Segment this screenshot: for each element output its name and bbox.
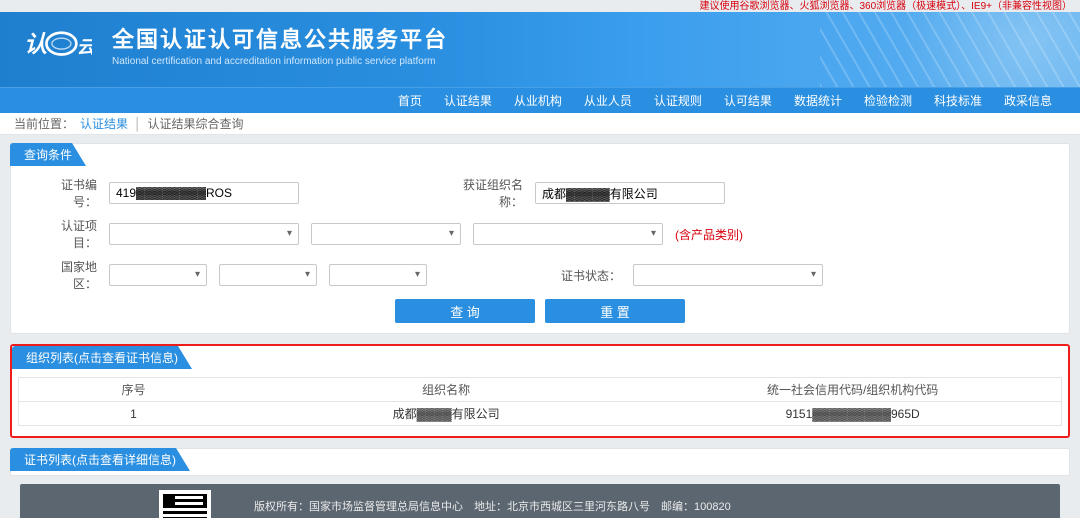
org-cell-name: 成都▓▓▓▓有限公司 (248, 402, 644, 426)
breadcrumb-label: 当前位置： (14, 115, 74, 132)
region-label: 国家地区： (39, 258, 97, 292)
org-name-input[interactable] (535, 182, 725, 204)
cert-item-select-3[interactable] (473, 223, 663, 245)
org-th-idx: 序号 (19, 378, 248, 402)
org-table-row[interactable]: 1 成都▓▓▓▓有限公司 9151▓▓▓▓▓▓▓▓▓965D (19, 402, 1062, 426)
site-banner: 认 云 全国认证认可信息公共服务平台 National certificatio… (0, 12, 1080, 87)
nav-stats[interactable]: 数据统计 (794, 92, 842, 109)
org-th-name: 组织名称 (248, 378, 644, 402)
search-panel-title: 查询条件 (10, 143, 86, 166)
breadcrumb-sep: │ (134, 117, 142, 131)
org-cell-code: 9151▓▓▓▓▓▓▓▓▓965D (644, 402, 1061, 426)
svg-text:认: 认 (24, 31, 47, 57)
query-button[interactable]: 查 询 (395, 299, 535, 323)
site-title-en: National certification and accreditation… (112, 56, 448, 67)
cert-no-input[interactable] (109, 182, 299, 204)
banner-decor (820, 12, 1080, 87)
nav-inspection[interactable]: 检验检测 (864, 92, 912, 109)
nav-cert-result[interactable]: 认证结果 (444, 92, 492, 109)
org-list-panel: 组织列表(点击查看证书信息) 序号 组织名称 统一社会信用代码/组织机构代码 1… (10, 344, 1070, 438)
cert-item-select-2[interactable] (311, 223, 461, 245)
org-cell-idx: 1 (19, 402, 248, 426)
org-table-header-row: 序号 组织名称 统一社会信用代码/组织机构代码 (19, 378, 1062, 402)
nav-cert-rules[interactable]: 认证规则 (654, 92, 702, 109)
footer-line-1: 版权所有：国家市场监督管理总局信息中心 地址：北京市西城区三里河东路八号 邮编：… (254, 498, 741, 516)
nav-agencies[interactable]: 从业机构 (514, 92, 562, 109)
region-select-2[interactable] (219, 264, 317, 286)
org-panel-title: 组织列表(点击查看证书信息) (12, 346, 192, 369)
org-table: 序号 组织名称 统一社会信用代码/组织机构代码 1 成都▓▓▓▓有限公司 915… (18, 377, 1062, 426)
org-th-code: 统一社会信用代码/组织机构代码 (644, 378, 1061, 402)
cert-item-label: 认证项目： (39, 217, 97, 251)
cert-panel-title: 证书列表(点击查看详细信息) (10, 448, 190, 471)
wechat-qr-icon (159, 490, 211, 518)
cert-no-label: 证书编号： (39, 176, 97, 210)
nav-standards[interactable]: 科技标准 (934, 92, 982, 109)
region-select-3[interactable] (329, 264, 427, 286)
cert-item-select-1[interactable] (109, 223, 299, 245)
cert-list-panel: 证书列表(点击查看详细信息) (10, 448, 1070, 476)
browser-compat-warning: 建议使用谷歌浏览器、火狐浏览器、360浏览器（极速模式）、IE9+（非兼容性视图… (0, 0, 1080, 12)
product-hint: (含产品类别) (675, 226, 743, 243)
breadcrumb-l2: 认证结果综合查询 (148, 115, 244, 132)
region-select-1[interactable] (109, 264, 207, 286)
breadcrumb: 当前位置： 认证结果 │ 认证结果综合查询 (0, 113, 1080, 135)
cert-status-select[interactable] (633, 264, 823, 286)
search-panel: 查询条件 证书编号： 获证组织名称： 认证项目： (含产品类别) 国家地区： (10, 143, 1070, 334)
breadcrumb-l1[interactable]: 认证结果 (80, 115, 128, 132)
svg-text:云: 云 (77, 37, 92, 57)
main-nav: 首页 认证结果 从业机构 从业人员 认证规则 认可结果 数据统计 检验检测 科技… (0, 87, 1080, 113)
reset-button[interactable]: 重 置 (545, 299, 685, 323)
cert-status-label: 证书状态： (561, 267, 621, 284)
nav-personnel[interactable]: 从业人员 (584, 92, 632, 109)
site-title-zh: 全国认证认可信息公共服务平台 (112, 22, 448, 54)
nav-approve[interactable]: 认可结果 (724, 92, 772, 109)
site-footer: 国家认监委微信 版权所有：国家市场监督管理总局信息中心 地址：北京市西城区三里河… (20, 484, 1060, 518)
nav-home[interactable]: 首页 (398, 92, 422, 109)
org-name-label: 获证组织名称： (443, 176, 523, 210)
nav-gov-procure[interactable]: 政采信息 (1004, 92, 1052, 109)
site-logo: 认 云 (24, 24, 92, 66)
